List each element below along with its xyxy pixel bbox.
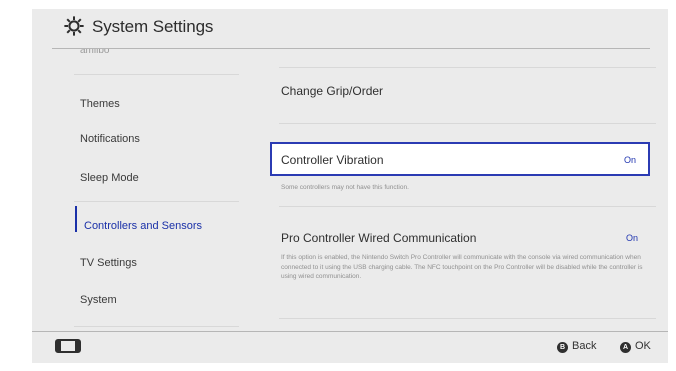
ok-label: OK [635,340,651,352]
row-divider [279,123,656,124]
sidebar-item-themes[interactable]: Themes [80,98,120,110]
change-grip-order-row[interactable]: Change Grip/Order [270,69,654,113]
gear-icon [64,16,84,36]
vibration-value: On [623,155,636,165]
controller-icon [55,339,81,353]
row-divider [279,206,656,207]
sidebar: amiibo Themes Notifications Sleep Mode C… [32,49,252,329]
row-label: Controller Vibration [281,153,384,167]
sidebar-divider [74,201,239,202]
row-divider [279,318,656,319]
a-button-icon: A [620,342,631,353]
settings-panel: Change Grip/Order Controller Vibration O… [260,49,660,329]
wired-value: On [625,233,638,243]
sidebar-divider [74,326,239,327]
row-divider [279,67,656,68]
row-description: Some controllers may not have this funct… [281,184,409,191]
sidebar-item-system[interactable]: System [80,294,117,306]
back-button[interactable]: B Back [557,340,596,353]
pro-controller-wired-row[interactable]: Pro Controller Wired Communication On [270,209,654,249]
row-label: Pro Controller Wired Communication [281,231,477,245]
sidebar-item-tv-settings[interactable]: TV Settings [80,257,137,269]
b-button-icon: B [557,342,568,353]
row-description: If this option is enabled, the Nintendo … [281,254,643,280]
page-title: System Settings [92,17,214,36]
ok-button[interactable]: A OK [620,340,651,353]
selected-indicator [75,206,77,232]
controller-vibration-row[interactable]: Controller Vibration On [270,142,650,176]
back-label: Back [572,340,597,352]
system-settings-screen: System Settings amiibo Themes Notificati… [32,9,668,363]
sidebar-item-amiibo[interactable]: amiibo [80,49,109,55]
footer: B Back A OK [32,332,668,363]
sidebar-item-sleep-mode[interactable]: Sleep Mode [80,172,139,184]
sidebar-item-controllers-and-sensors[interactable]: Controllers and Sensors [84,220,202,232]
sidebar-item-notifications[interactable]: Notifications [80,133,140,145]
sidebar-divider [74,74,239,75]
row-label: Change Grip/Order [281,84,384,98]
header: System Settings [32,9,668,43]
